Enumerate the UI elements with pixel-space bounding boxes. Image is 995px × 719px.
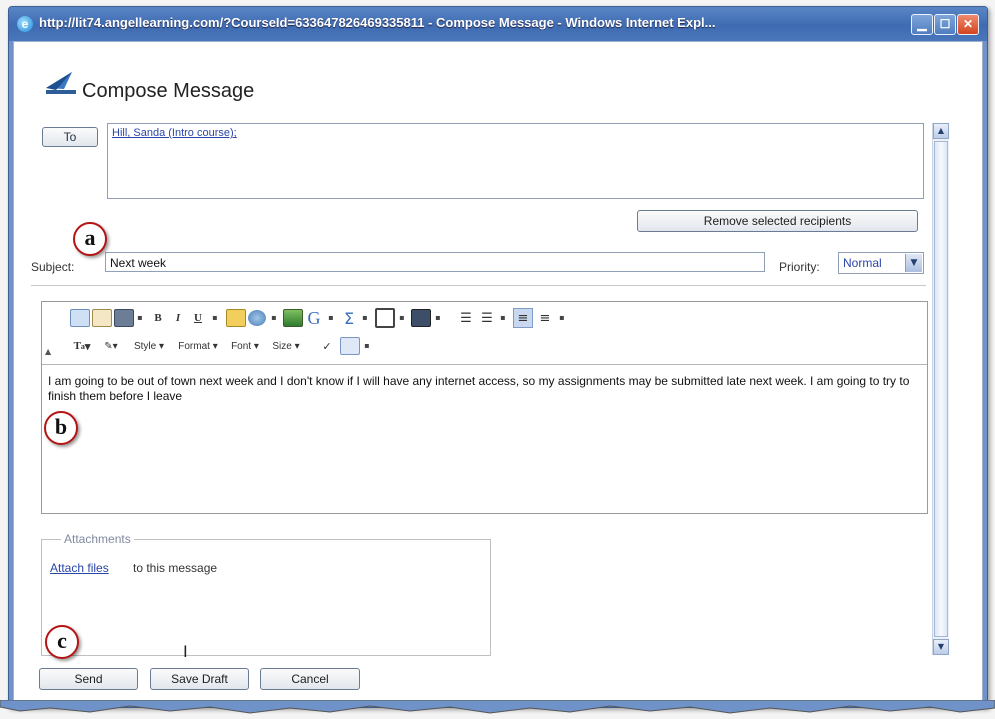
callout-c: c <box>45 625 79 659</box>
style-label: Style <box>133 340 157 352</box>
scroll-up-icon[interactable]: ▲ <box>933 123 949 139</box>
dropdown-arrow-icon[interactable]: ▪ <box>364 337 370 355</box>
priority-select[interactable]: Normal ▼ <box>838 252 924 274</box>
scroll-down-icon[interactable]: ▼ <box>933 639 949 655</box>
subject-label: Subject: <box>31 260 75 274</box>
format-dropdown[interactable]: Format ▾ <box>174 336 222 356</box>
italic-icon[interactable]: I <box>168 308 188 328</box>
ie-icon: e <box>17 16 33 32</box>
align-left-icon[interactable]: ≡ <box>513 308 533 328</box>
attachments-panel: Attachments Attach files to this message <box>41 532 491 656</box>
size-label: Size <box>272 340 292 352</box>
send-button[interactable]: Send <box>39 668 138 690</box>
text-cursor-icon: I <box>183 642 188 661</box>
attach-files-link[interactable]: Attach files <box>50 561 109 575</box>
window-title: http://lit74.angellearning.com/?CourseId… <box>39 15 716 30</box>
dropdown-arrow-icon[interactable]: ▪ <box>559 309 565 327</box>
dropdown-arrow-icon[interactable]: ▪ <box>435 309 441 327</box>
browser-window: e http://lit74.angellearning.com/?Course… <box>8 6 988 708</box>
attach-files-text: to this message <box>133 561 218 575</box>
save-icon[interactable] <box>411 308 431 328</box>
cancel-button[interactable]: Cancel <box>260 668 360 690</box>
save-draft-button[interactable]: Save Draft <box>150 668 249 690</box>
vertical-scrollbar[interactable]: ▲ ▼ <box>932 123 949 655</box>
paste-text-icon[interactable] <box>92 308 112 328</box>
dropdown-arrow-icon[interactable]: ▪ <box>137 309 143 327</box>
format-label: Format <box>178 340 210 352</box>
highlight-color-icon[interactable]: ✎▾ <box>98 336 124 356</box>
underline-icon[interactable]: U <box>188 308 208 328</box>
divider <box>31 285 926 286</box>
dropdown-arrow-icon[interactable]: ▪ <box>328 309 334 327</box>
maximize-button[interactable]: ☐ <box>934 14 956 35</box>
chevron-down-icon[interactable]: ▼ <box>905 254 922 272</box>
remove-recipients-button[interactable]: Remove selected recipients <box>637 210 918 232</box>
collapse-toolbar-icon[interactable]: ▲ <box>45 347 51 356</box>
attachments-legend: Attachments <box>61 532 134 546</box>
equation-icon[interactable]: Σ <box>339 308 359 328</box>
source-icon[interactable] <box>70 308 90 328</box>
editor-toolbar: ▪ B I U ▪ ▪ G ▪ Σ ▪ ▪ ▪ ☰ ☰ ▪ ≡ ≡ ▪ T a … <box>42 302 927 365</box>
font-dropdown[interactable]: Font ▾ <box>226 336 264 356</box>
recipient-link[interactable]: Hill, Sanda (Intro course); <box>112 127 237 139</box>
special-character-icon[interactable]: G <box>304 308 324 328</box>
dropdown-arrow-icon[interactable]: ▪ <box>500 309 506 327</box>
dropdown-arrow-icon[interactable]: ▪ <box>362 309 368 327</box>
dropdown-arrow-icon[interactable]: ▪ <box>271 309 277 327</box>
close-button[interactable]: ✕ <box>957 14 979 35</box>
page-title: Compose Message <box>82 80 255 102</box>
numbered-list-icon[interactable]: ☰ <box>456 308 476 328</box>
message-body[interactable]: I am going to be out of town next week a… <box>48 374 920 404</box>
priority-label: Priority: <box>779 260 820 274</box>
torn-paper-edge <box>0 700 995 714</box>
align-center-icon[interactable]: ≡ <box>535 308 555 328</box>
bold-icon[interactable]: B <box>148 308 168 328</box>
size-dropdown[interactable]: Size ▾ <box>267 336 305 356</box>
link-icon[interactable] <box>247 308 267 328</box>
page-content: Compose Message To Hill, Sanda (Intro co… <box>13 41 983 705</box>
bullet-list-icon[interactable]: ☰ <box>477 308 497 328</box>
text-color-icon[interactable]: Ta ▾ <box>70 336 94 356</box>
title-bar[interactable]: e http://lit74.angellearning.com/?Course… <box>9 7 987 41</box>
paste-word-icon[interactable] <box>114 308 134 328</box>
recipients-box[interactable]: Hill, Sanda (Intro course); <box>107 123 924 199</box>
compose-message-icon <box>46 72 76 94</box>
callout-a: a <box>73 222 107 256</box>
font-label: Font <box>231 340 252 352</box>
folder-icon[interactable] <box>226 308 246 328</box>
subject-input[interactable]: Next week <box>105 252 765 272</box>
priority-value: Normal <box>843 256 882 270</box>
insert-template-icon[interactable] <box>339 336 361 356</box>
spellcheck-icon[interactable]: ✓ <box>316 336 338 356</box>
rich-text-editor[interactable]: ▪ B I U ▪ ▪ G ▪ Σ ▪ ▪ ▪ ☰ ☰ ▪ ≡ ≡ ▪ T a … <box>41 301 928 514</box>
callout-b: b <box>44 411 78 445</box>
to-button[interactable]: To <box>42 127 98 147</box>
scroll-thumb[interactable] <box>934 141 948 637</box>
minimize-button[interactable]: ▁ <box>911 14 933 35</box>
dropdown-arrow-icon[interactable]: ▪ <box>399 309 405 327</box>
image-icon[interactable] <box>283 308 303 328</box>
style-dropdown[interactable]: Style ▾ <box>128 336 170 356</box>
table-icon[interactable] <box>375 308 395 328</box>
dropdown-arrow-icon[interactable]: ▪ <box>212 309 218 327</box>
